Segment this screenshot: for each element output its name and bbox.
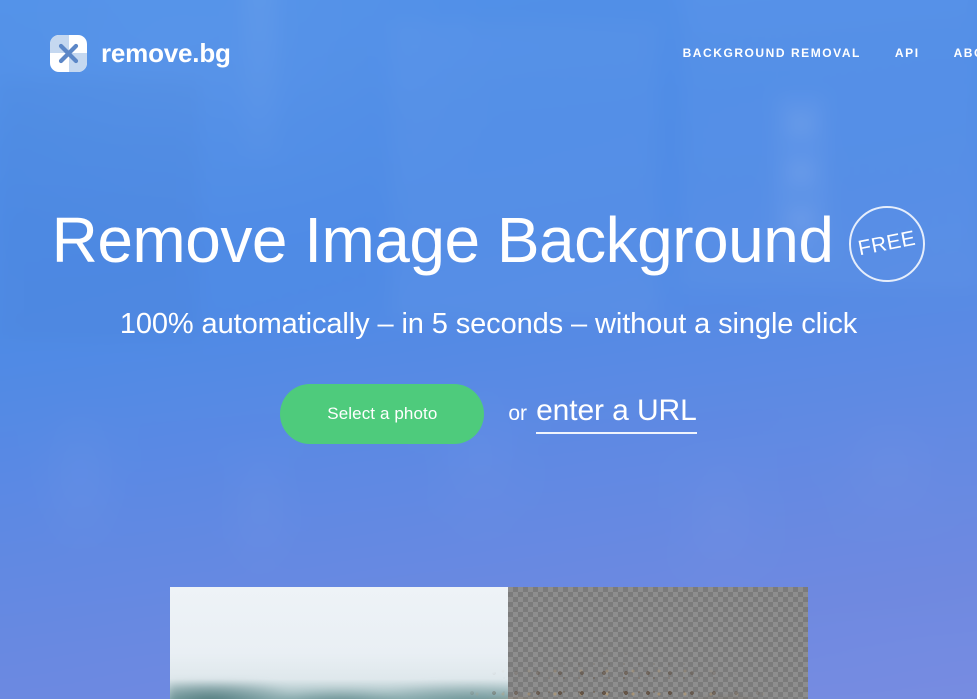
cta-row: Select a photo or enter a URL	[0, 384, 977, 444]
page-title: Remove Image Background	[51, 204, 834, 277]
free-badge: FREE	[849, 206, 926, 282]
checkerboard-x-icon	[50, 34, 87, 72]
sample-original-background	[170, 587, 508, 699]
nav-background-removal[interactable]: BACKGROUND REMOVAL	[683, 46, 861, 60]
headline-row: Remove Image Background FREE	[0, 200, 977, 282]
remove-bg-landing-page: remove.bg BACKGROUND REMOVAL API ABOUT R…	[0, 0, 977, 699]
hero-section: Remove Image Background FREE 100% automa…	[0, 200, 977, 444]
nav-api[interactable]: API	[895, 46, 920, 60]
sample-before-half	[170, 587, 508, 699]
enter-url-group: or enter a URL	[508, 394, 697, 434]
select-photo-button[interactable]: Select a photo	[280, 384, 485, 444]
enter-url-link[interactable]: enter a URL	[536, 394, 697, 434]
free-badge-label: FREE	[856, 226, 918, 261]
before-after-sample[interactable]	[170, 587, 808, 699]
nav-about[interactable]: ABOUT	[954, 46, 977, 60]
site-header: remove.bg BACKGROUND REMOVAL API ABOUT	[0, 0, 977, 106]
main-navigation: BACKGROUND REMOVAL API ABOUT	[683, 46, 977, 60]
brand-name: remove.bg	[101, 38, 231, 68]
or-label: or	[508, 402, 528, 425]
brand-logo-link[interactable]: remove.bg	[50, 34, 231, 72]
transparency-checkerboard	[508, 587, 808, 699]
sample-after-half	[508, 587, 808, 699]
hero-subtitle: 100% automatically – in 5 seconds – with…	[119, 308, 858, 340]
